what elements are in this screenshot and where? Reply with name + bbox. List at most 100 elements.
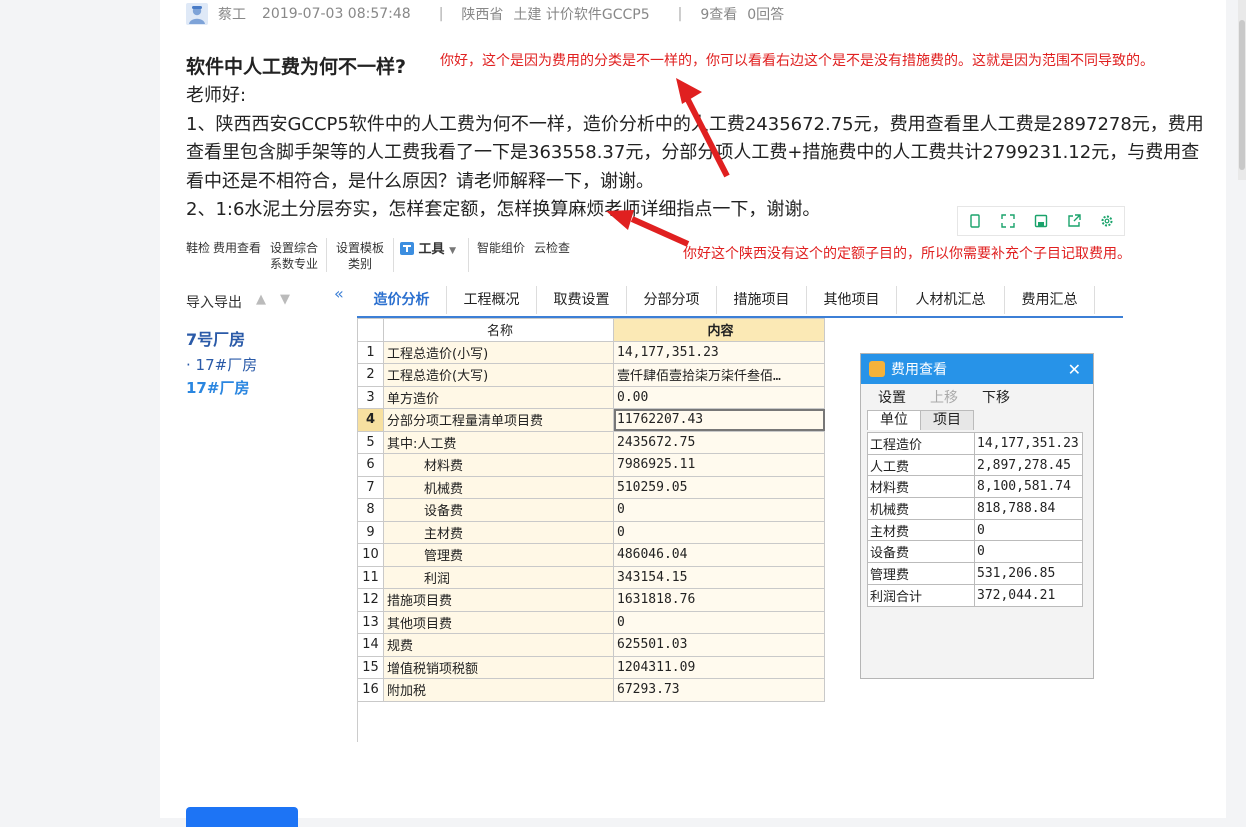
header-name[interactable]: 名称	[383, 318, 614, 342]
table-row[interactable]: 10 管理费 486046.04	[357, 543, 825, 567]
tree-item[interactable]: 17#厂房	[186, 377, 249, 398]
tab-unit[interactable]: 单位	[867, 410, 921, 430]
tab-sub-items[interactable]: 分部分项	[627, 286, 717, 314]
tree-item[interactable]: 7号厂房	[186, 326, 245, 350]
row-name[interactable]: 材料费	[383, 453, 614, 477]
save-icon[interactable]	[1031, 211, 1051, 231]
table-row[interactable]: 4 分部分项工程量清单项目费 11762207.43	[357, 408, 825, 432]
collapse-icon[interactable]: «	[334, 284, 344, 303]
tab-measures[interactable]: 措施项目	[717, 286, 807, 314]
row-value[interactable]: 343154.15	[613, 565, 825, 589]
table-row[interactable]: 人工费 2,897,278.45	[867, 453, 1083, 477]
table-row[interactable]: 14 规费 625501.03	[357, 633, 825, 657]
table-row[interactable]: 管理费 531,206.85	[867, 562, 1083, 585]
menu-move-up[interactable]: 上移	[930, 387, 958, 407]
table-row[interactable]: 利润合计 372,044.21	[867, 583, 1083, 607]
row-value[interactable]: 壹仟肆佰壹拾柒万柒仟叁佰…	[613, 363, 825, 387]
window-titlebar[interactable]: 费用查看 ✕	[861, 354, 1093, 384]
row-value[interactable]: 510259.05	[613, 475, 825, 499]
row-index[interactable]: 16	[357, 678, 384, 702]
row-index[interactable]: 6	[357, 453, 384, 477]
row-name[interactable]: 措施项目费	[383, 588, 614, 612]
table-row[interactable]: 13 其他项目费 0	[357, 610, 825, 634]
toolbar-fee-view[interactable]: 费用查看	[213, 240, 261, 256]
row-name[interactable]: 增值税销项税额	[383, 655, 614, 679]
tab-material-summary[interactable]: 人材机汇总	[897, 286, 1005, 314]
row-index[interactable]: 12	[357, 588, 384, 612]
row-name[interactable]: 其他项目费	[383, 610, 614, 634]
toolbar-set-coefficient[interactable]: 设置综合 系数专业	[270, 240, 318, 272]
arrow-up-icon[interactable]: ▲	[256, 292, 266, 307]
row-index[interactable]: 15	[357, 655, 384, 679]
row-value[interactable]: 1204311.09	[613, 655, 825, 679]
row-index[interactable]: 14	[357, 633, 384, 657]
row-index[interactable]: 3	[357, 385, 384, 409]
row-index[interactable]: 10	[357, 543, 384, 567]
menu-settings[interactable]: 设置	[878, 387, 906, 407]
row-name[interactable]: 工程总造价(小写)	[383, 340, 614, 364]
row-index[interactable]: 7	[357, 475, 384, 499]
table-row[interactable]: 15 增值税销项税额 1204311.09	[357, 655, 825, 679]
table-row[interactable]: 16 附加税 67293.73	[357, 678, 825, 702]
table-row[interactable]: 材料费 8,100,581.74	[867, 475, 1083, 499]
toolbar-cloud-check[interactable]: 云检查	[534, 240, 570, 256]
table-row[interactable]: 设备费 0	[867, 540, 1083, 564]
answer-button[interactable]	[186, 807, 298, 827]
row-value[interactable]: 1631818.76	[613, 588, 825, 612]
row-name[interactable]: 规费	[383, 633, 614, 657]
author-name[interactable]: 蔡工	[218, 4, 246, 24]
header-content[interactable]: 内容	[613, 318, 825, 342]
page-scrollbar[interactable]	[1238, 0, 1246, 180]
row-index[interactable]: 9	[357, 520, 384, 544]
row-index[interactable]: 8	[357, 498, 384, 522]
row-index[interactable]: 4	[357, 408, 384, 432]
table-row[interactable]: 12 措施项目费 1631818.76	[357, 588, 825, 612]
row-value[interactable]: 0	[613, 520, 825, 544]
row-value[interactable]: 0	[613, 498, 825, 522]
tree-item[interactable]: · 17#厂房	[186, 354, 257, 375]
row-name[interactable]: 分部分项工程量清单项目费	[383, 408, 614, 432]
table-row[interactable]: 工程造价 14,177,351.23	[867, 432, 1083, 455]
tab-cost-analysis[interactable]: 造价分析	[357, 286, 447, 314]
table-row[interactable]: 5 其中:人工费 2435672.75	[357, 430, 825, 454]
arrow-down-icon[interactable]: ▼	[280, 292, 290, 307]
gear-icon[interactable]	[1097, 211, 1117, 231]
row-name[interactable]: 管理费	[383, 543, 614, 567]
copy-icon[interactable]	[965, 211, 985, 231]
row-value[interactable]: 67293.73	[613, 678, 825, 702]
table-row[interactable]: 9 主材费 0	[357, 520, 825, 544]
tab-project[interactable]: 项目	[920, 410, 974, 430]
table-row[interactable]: 6 材料费 7986925.11	[357, 453, 825, 477]
row-name[interactable]: 主材费	[383, 520, 614, 544]
table-row[interactable]: 7 机械费 510259.05	[357, 475, 825, 499]
toolbar-fee-check[interactable]: 鞋检	[186, 240, 210, 256]
tab-fee-summary[interactable]: 费用汇总	[1005, 286, 1095, 314]
table-row[interactable]: 3 单方造价 0.00	[357, 385, 825, 409]
row-index[interactable]: 1	[357, 340, 384, 364]
row-value[interactable]: 14,177,351.23	[613, 340, 825, 364]
table-row[interactable]: 8 设备费 0	[357, 498, 825, 522]
row-index[interactable]: 11	[357, 565, 384, 589]
row-name[interactable]: 机械费	[383, 475, 614, 499]
row-name[interactable]: 单方造价	[383, 385, 614, 409]
row-value[interactable]: 0	[613, 610, 825, 634]
row-name[interactable]: 其中:人工费	[383, 430, 614, 454]
share-icon[interactable]	[1064, 211, 1084, 231]
row-name[interactable]: 工程总造价(大写)	[383, 363, 614, 387]
row-value[interactable]: 625501.03	[613, 633, 825, 657]
row-value[interactable]: 2435672.75	[613, 430, 825, 454]
tab-other-items[interactable]: 其他项目	[807, 286, 897, 314]
toolbar-tools-menu[interactable]: 工具 ▼	[400, 242, 456, 259]
table-row[interactable]: 2 工程总造价(大写) 壹仟肆佰壹拾柒万柒仟叁佰…	[357, 363, 825, 387]
row-index[interactable]: 2	[357, 363, 384, 387]
row-name[interactable]: 设备费	[383, 498, 614, 522]
close-icon[interactable]: ✕	[1068, 360, 1081, 379]
row-value[interactable]: 486046.04	[613, 543, 825, 567]
import-export-label[interactable]: 导入导出	[186, 292, 242, 312]
row-value[interactable]: 11762207.43	[613, 408, 825, 432]
row-index[interactable]: 5	[357, 430, 384, 454]
row-index[interactable]: 13	[357, 610, 384, 634]
scrollbar-thumb[interactable]	[1239, 20, 1245, 170]
menu-move-down[interactable]: 下移	[982, 387, 1010, 407]
table-row[interactable]: 主材费 0	[867, 518, 1083, 542]
